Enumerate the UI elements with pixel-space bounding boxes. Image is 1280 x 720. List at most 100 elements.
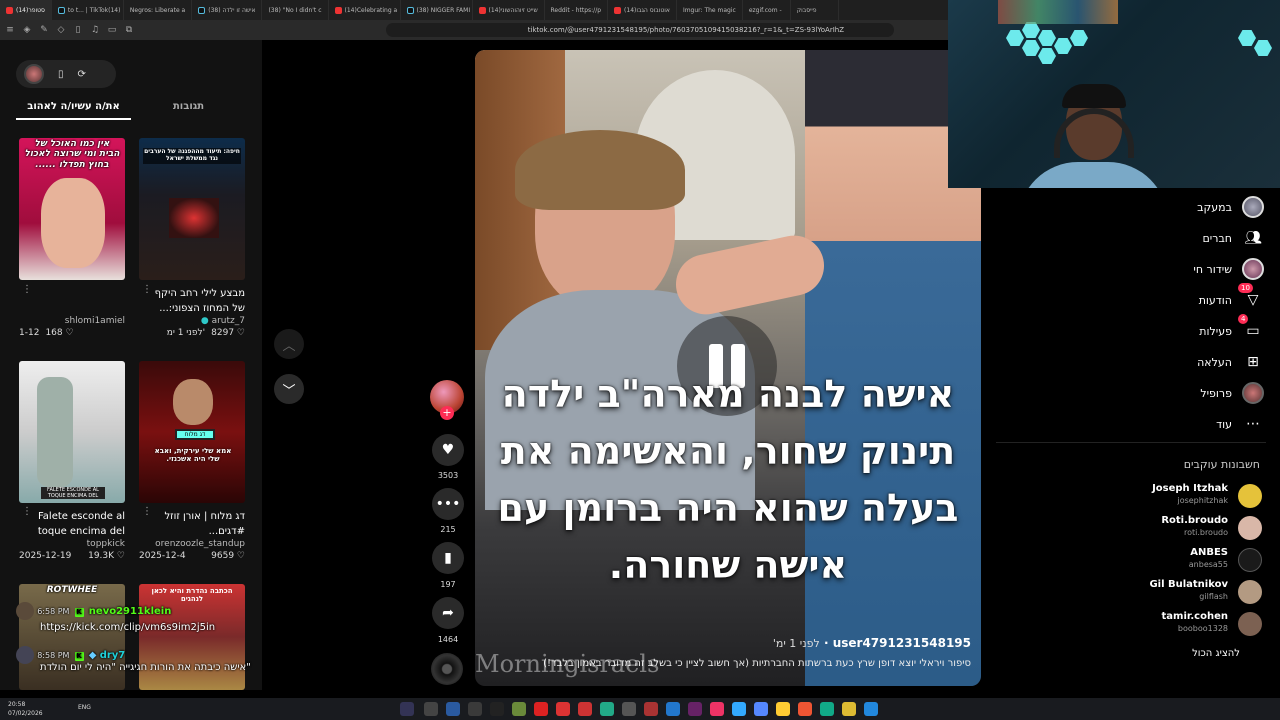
shield-icon[interactable]: ◈ — [20, 23, 34, 37]
nav-following[interactable]: במעקב — [1197, 196, 1264, 218]
video-card[interactable]: FALETE ESCONDE AL TOQUE ENCIMA DEL Falet… — [19, 361, 125, 561]
browser-tab[interactable]: ezgif.com - — [743, 0, 791, 20]
avatar[interactable] — [24, 64, 44, 84]
app-icon[interactable] — [776, 702, 790, 716]
app-icon[interactable] — [820, 702, 834, 716]
next-video-button[interactable]: ﹀ — [274, 374, 304, 404]
video-card[interactable]: אין כמו האוכל של הבית ומי שרוצה לאכול בח… — [19, 138, 125, 338]
chat-overlay: 6:58 PM K nevo2911klein https://kick.com… — [0, 600, 300, 688]
browser-tab[interactable]: to t... | TikTok(14) — [52, 0, 124, 20]
hex-light — [1006, 30, 1024, 46]
nav-live[interactable]: שידור חי — [1193, 258, 1264, 280]
more-options-icon[interactable]: ⋮ — [142, 506, 152, 517]
browser-tab[interactable]: (38) "No I didn't c — [262, 0, 329, 20]
app-icon[interactable] — [534, 702, 548, 716]
browser-tab[interactable]: (14)Celebrating a — [329, 0, 401, 20]
heart-icon: ♥ — [441, 442, 455, 458]
app-icon[interactable] — [842, 702, 856, 716]
video-thumbnail[interactable]: דג מלוח אמא שלי עירקית, ואבא שלי היה אשכ… — [139, 361, 245, 503]
chat-message-text: "אישה כיבתה את הורות חגיגייה "היה לי יום… — [40, 662, 251, 673]
app-icon[interactable] — [446, 702, 460, 716]
video-card[interactable]: חיפה: תיעוד מההפגנה של הערבים נגד ממשלת … — [139, 138, 245, 338]
app-icon[interactable] — [512, 702, 526, 716]
nav-profile[interactable]: פרופיל — [1200, 382, 1264, 404]
more-options-icon[interactable]: ⋮ — [22, 284, 32, 295]
app-icon[interactable] — [754, 702, 768, 716]
tag-icon[interactable]: ◇ — [54, 23, 68, 37]
browser-tab[interactable]: Reddit - https://p — [545, 0, 609, 20]
app-icon[interactable] — [644, 702, 658, 716]
like-button[interactable]: ♥ — [432, 434, 464, 466]
sound-disc[interactable] — [431, 653, 463, 685]
app-icon[interactable] — [688, 702, 702, 716]
tab-you-may-like[interactable]: את/ה עשיו/ה לאהוב — [16, 98, 131, 120]
avatar — [1242, 196, 1264, 218]
browser-tab[interactable]: Negros: Liberate a — [124, 0, 193, 20]
nav-upload[interactable]: ⊞ העלאה — [1197, 351, 1264, 373]
browser-tab[interactable]: (38) NIGGER FAMI — [401, 0, 473, 20]
comment-button[interactable]: ••• — [432, 488, 464, 520]
sidebar-icon[interactable]: ▯ — [71, 23, 85, 37]
app-icon[interactable] — [732, 702, 746, 716]
phone-icon[interactable]: ▯ — [58, 69, 64, 80]
video-author[interactable]: user4791231548195 · לפני 1 ימ' — [773, 636, 971, 650]
music-icon[interactable]: ♫ — [88, 23, 102, 37]
edit-icon[interactable]: ✎ — [37, 23, 51, 37]
browser-tab[interactable]: (14)אוטובוס הגבו — [608, 0, 677, 20]
creator-avatar[interactable]: + — [428, 378, 468, 424]
address-bar[interactable]: tiktok.com/@user4791231548195/photo/7603… — [386, 23, 894, 37]
browser-tab[interactable]: (14)סטופר — [0, 0, 52, 20]
nav-more[interactable]: ⋯ עוד — [1216, 413, 1264, 435]
person-figure — [37, 377, 73, 487]
tabs-icon[interactable]: ▭ — [105, 23, 119, 37]
app-icon[interactable] — [400, 702, 414, 716]
browser-toolbar: ≡ ◈ ✎ ◇ ▯ ♫ ▭ ⧉ tiktok.com/@user47912315… — [0, 20, 948, 40]
following-account[interactable]: Joseph Itzhak josephitzhak — [1070, 482, 1270, 510]
nav-friends[interactable]: 👥︎ חברים — [1202, 227, 1264, 249]
video-thumbnail[interactable]: FALETE ESCONDE AL TOQUE ENCIMA DEL — [19, 361, 125, 503]
more-options-icon[interactable]: ⋮ — [142, 284, 152, 295]
app-icon[interactable] — [798, 702, 812, 716]
previous-video-button[interactable]: ︿ — [274, 329, 304, 359]
heart-outline-icon: ♡ — [65, 328, 74, 338]
tiktok-favicon-icon — [406, 6, 414, 14]
app-icon[interactable] — [666, 702, 680, 716]
save-button[interactable]: ▮ — [432, 542, 464, 574]
browser-tab[interactable]: (38) אישה זו ילדה — [192, 0, 263, 20]
show-all-link[interactable]: להציג הכול — [1192, 648, 1240, 659]
following-account[interactable]: ANBES anbesa55 — [1070, 546, 1270, 574]
nav-messages[interactable]: ▽ 10 הודעות — [1199, 283, 1264, 311]
browser-tab[interactable]: (14)שייט זיוהוהשוני — [473, 0, 545, 20]
video-thumbnail[interactable]: חיפה: תיעוד מההפגנה של הערבים נגד ממשלת … — [139, 138, 245, 280]
follow-plus-icon[interactable]: + — [440, 406, 454, 420]
app-icon[interactable] — [490, 702, 504, 716]
system-clock[interactable]: 20:58 07/02/2026 — [8, 700, 43, 718]
share-count: 1464 — [437, 635, 459, 644]
following-account[interactable]: Gil Bulatnikov gilflash — [1070, 578, 1270, 606]
nav-activity[interactable]: ▭ 4 פעילות — [1199, 314, 1264, 342]
browser-tab[interactable]: פייסבוק — [791, 0, 839, 20]
browser-tab[interactable]: Imgur: The magic — [677, 0, 743, 20]
app-icon[interactable] — [622, 702, 636, 716]
extensions-icon[interactable]: ⧉ — [122, 23, 136, 37]
following-account[interactable]: tamir.cohen booboo1328 — [1070, 610, 1270, 638]
tab-comments[interactable]: תגובות — [131, 98, 246, 120]
app-icon[interactable] — [710, 702, 724, 716]
app-icon[interactable] — [424, 702, 438, 716]
video-card[interactable]: דג מלוח אמא שלי עירקית, ואבא שלי היה אשכ… — [139, 361, 245, 561]
video-player[interactable]: אישה לבנה מארה"ב ילדה תינוק שחור, והאשימ… — [475, 50, 981, 686]
refresh-icon[interactable]: ⟳ — [78, 69, 86, 80]
share-button[interactable]: ➦ — [432, 597, 464, 629]
menu-icon[interactable]: ≡ — [3, 23, 17, 37]
app-icon[interactable] — [556, 702, 570, 716]
more-options-icon[interactable]: ⋮ — [22, 506, 32, 517]
favicon-icon — [614, 6, 622, 14]
app-icon[interactable] — [578, 702, 592, 716]
language-indicator[interactable]: ENG — [78, 704, 91, 711]
app-icon[interactable] — [468, 702, 482, 716]
tiktok-favicon-icon — [57, 6, 65, 14]
video-thumbnail[interactable]: אין כמו האוכל של הבית ומי שרוצה לאכול בח… — [19, 138, 125, 280]
following-account[interactable]: Roti.broudo roti.broudo — [1070, 514, 1270, 542]
app-icon[interactable] — [864, 702, 878, 716]
app-icon[interactable] — [600, 702, 614, 716]
